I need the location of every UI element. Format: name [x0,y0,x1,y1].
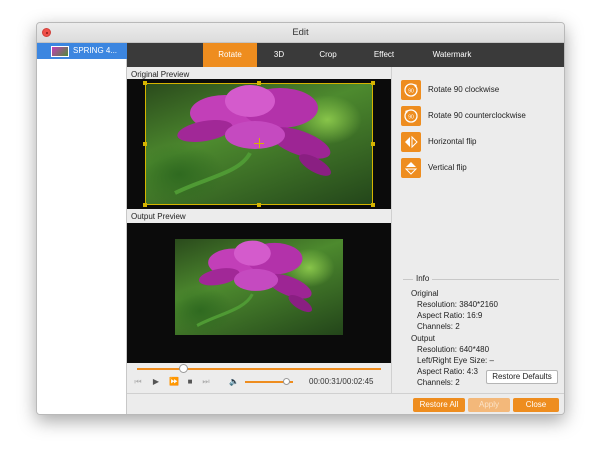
file-list-item[interactable]: SPRING 4... [37,43,127,59]
info-title: Info [413,274,433,283]
video-thumbnail [51,46,69,57]
info-output-heading: Output [411,334,436,343]
rotate-counterclockwise-button[interactable]: 90 [401,106,421,126]
play-icon[interactable]: ▶ [151,377,161,387]
progress-bar[interactable] [137,368,381,370]
original-preview [127,79,391,209]
frame-handle[interactable] [257,203,261,207]
vertical-flip-icon [404,162,418,175]
tab-rotate[interactable]: Rotate [203,43,257,67]
edit-tabs: Rotate 3D Crop Effect Watermark [127,43,564,67]
rotate-counterclockwise-icon: 90 [404,109,418,123]
tab-3d[interactable]: 3D [261,43,297,67]
frame-handle[interactable] [257,81,261,85]
original-preview-label: Original Preview [131,70,190,79]
dialog-footer: Restore All Apply Close [127,393,564,414]
progress-handle[interactable] [179,364,189,373]
stop-icon[interactable]: ■ [185,377,195,387]
info-output-channels: Channels: 2 [417,378,460,387]
skip-forward-icon[interactable]: ⏭ [201,377,211,387]
edit-window: Edit SPRING 4... Rotate 3D Crop Effect W… [36,22,565,415]
rotate-clockwise-button[interactable]: 90 [401,80,421,100]
rotate-panel: 90 Rotate 90 clockwise 90 Rotate 90 coun… [391,67,564,393]
file-list: SPRING 4... [37,43,127,414]
frame-handle[interactable] [371,81,375,85]
volume-handle[interactable] [282,378,290,385]
vertical-flip-label: Vertical flip [428,163,467,172]
info-output-resolution: Resolution: 640*480 [417,345,490,354]
svg-text:90: 90 [408,115,414,121]
tab-effect[interactable]: Effect [361,43,407,67]
frame-handle[interactable] [143,203,147,207]
playback-time: 00:00:31/00:02:45 [309,377,374,386]
frame-handle[interactable] [143,142,147,146]
info-original-resolution: Resolution: 3840*2160 [417,300,498,309]
info-original-channels: Channels: 2 [417,322,460,331]
frame-handle[interactable] [371,203,375,207]
info-original-heading: Original [411,289,439,298]
restore-all-button[interactable]: Restore All [413,398,465,412]
volume-icon[interactable]: 🔈 [229,377,239,387]
info-original-aspect: Aspect Ratio: 16:9 [417,311,483,320]
svg-text:90: 90 [408,89,414,95]
skip-back-icon[interactable]: ⏮ [133,377,143,387]
frame-handle[interactable] [371,142,375,146]
window-title: Edit [292,27,309,38]
tab-crop[interactable]: Crop [305,43,351,67]
info-output-eye-size: Left/Right Eye Size: – [417,356,494,365]
title-bar: Edit [37,23,564,43]
crosshair-icon [259,138,260,148]
output-preview [127,223,391,363]
flower-image [196,240,313,327]
apply-button[interactable]: Apply [468,398,510,412]
tab-watermark[interactable]: Watermark [419,43,485,67]
rotate-clockwise-label: Rotate 90 clockwise [428,85,500,94]
output-video-frame [175,239,343,335]
horizontal-flip-icon [405,135,418,149]
rotate-counterclockwise-label: Rotate 90 counterclockwise [428,111,526,120]
info-output-aspect: Aspect Ratio: 4:3 [417,367,478,376]
output-preview-label: Output Preview [131,212,186,221]
vertical-flip-button[interactable] [401,158,421,178]
file-name: SPRING 4... [73,46,118,55]
horizontal-flip-label: Horizontal flip [428,137,477,146]
fast-forward-icon[interactable]: ⏩ [169,377,179,387]
rotate-clockwise-icon: 90 [404,83,418,97]
frame-handle[interactable] [143,81,147,85]
horizontal-flip-button[interactable] [401,132,421,152]
close-button[interactable]: Close [513,398,559,412]
restore-defaults-button[interactable]: Restore Defaults [486,370,558,384]
player-controls: ⏮ ▶ ⏩ ■ ⏭ 🔈 00:00:31/00:02:45 [127,363,391,393]
